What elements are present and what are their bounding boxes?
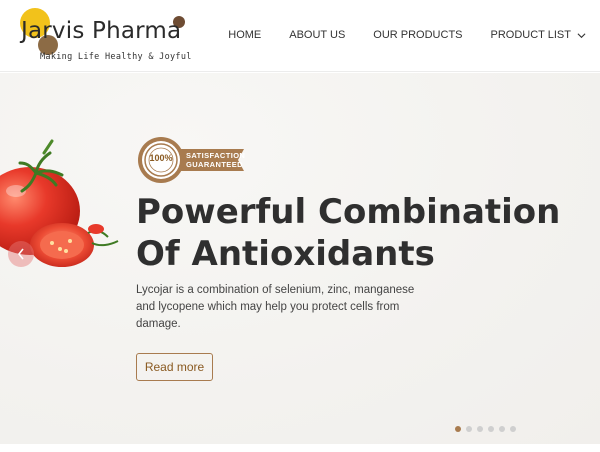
- badge-line-1: SATISFACTION: [186, 151, 246, 160]
- brand-name: Jarvis Pharma: [21, 18, 182, 44]
- slider-dot-3[interactable]: [477, 426, 483, 432]
- slider-dot-5[interactable]: [499, 426, 505, 432]
- main-nav: HOME ABOUT US OUR PRODUCTS PRODUCT LIST: [200, 29, 586, 41]
- nav-item-about-us[interactable]: ABOUT US: [289, 29, 345, 41]
- nav-item-home[interactable]: HOME: [228, 29, 261, 41]
- satisfaction-badge: 100% SATISFACTION GUARANTEED: [136, 135, 248, 185]
- slider-dot-1[interactable]: [455, 426, 461, 432]
- badge-percent: 100%: [149, 153, 173, 163]
- nav-item-our-products[interactable]: OUR PRODUCTS: [373, 29, 462, 41]
- hero-slider: 100% SATISFACTION GUARANTEED Powerful Co…: [0, 73, 600, 444]
- tomato-image: [0, 139, 119, 267]
- read-more-button[interactable]: Read more: [136, 353, 213, 381]
- nav-item-label: HOME: [228, 29, 262, 41]
- hero-headline: Powerful Combination Of Antioxidants: [136, 192, 561, 274]
- brand-tagline: Making Life Healthy & Joyful: [40, 52, 192, 62]
- brand-logo[interactable]: Jarvis Pharma Making Life Healthy & Joyf…: [18, 8, 208, 68]
- slider-dot-2[interactable]: [466, 426, 472, 432]
- nav-item-product-list[interactable]: PRODUCT LIST: [491, 29, 586, 41]
- nav-item-label: PRODUCT LIST: [490, 29, 571, 41]
- slider-prev-button[interactable]: [8, 241, 34, 267]
- slider-dot-6[interactable]: [510, 426, 516, 432]
- chevron-left-icon: [17, 248, 24, 260]
- nav-item-label: ABOUT US: [289, 29, 346, 41]
- badge-line-2: GUARANTEED: [186, 160, 243, 169]
- chevron-down-icon: [577, 32, 586, 38]
- page-bottom-strip: [0, 444, 600, 452]
- hero-description: Lycojar is a combination of selenium, zi…: [136, 284, 415, 330]
- slider-dot-4[interactable]: [488, 426, 494, 432]
- site-header: Jarvis Pharma Making Life Healthy & Joyf…: [0, 0, 600, 72]
- nav-item-label: OUR PRODUCTS: [373, 29, 463, 41]
- slider-pagination: [455, 426, 516, 432]
